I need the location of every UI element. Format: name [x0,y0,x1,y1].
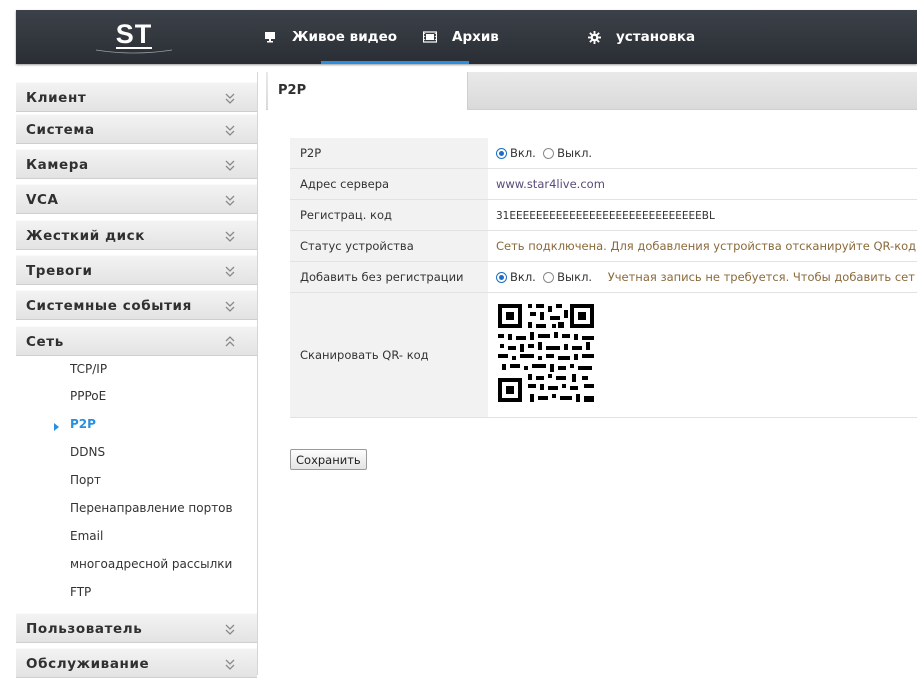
sidebar-group-label: Клиент [26,90,87,106]
sidebar-group-label: Пользователь [26,621,143,637]
sidebar-item-pppoe[interactable]: PPPoE [70,389,106,403]
sidebar-group-label: Тревоги [26,263,93,279]
p2p-off-radio[interactable] [543,148,555,159]
sidebar-item-ftp[interactable]: FTP [70,585,91,599]
sidebar-group-vca[interactable]: VCA [16,184,257,214]
p2p-off-label: Выкл. [557,146,593,160]
noreg-note: Учетная запись не требуется. Чтобы добав… [607,270,915,284]
nav-live-video[interactable]: Живое видео [262,10,397,64]
sidebar-item-p2p[interactable]: P2P [70,417,96,431]
p2p-on-label: Вкл. [510,146,536,160]
sidebar-item-port[interactable]: Порт [70,473,101,487]
gear-icon [586,29,602,45]
row-qr: Сканировать QR- код [290,292,917,418]
chevron-down-icon [224,91,236,105]
nav-live-video-label: Живое видео [292,29,397,45]
sidebar-item-tcpip[interactable]: TCP/IP [70,362,107,376]
sidebar-group-system-events[interactable]: Системные события [16,290,257,320]
chevron-down-icon [224,299,236,313]
sidebar-group-user[interactable]: Пользователь [16,613,257,643]
row-label: Статус устройства [290,230,488,262]
sidebar-group-label: Обслуживание [26,656,150,672]
sidebar-group-camera[interactable]: Камера [16,149,257,179]
noreg-on-radio[interactable] [496,272,507,283]
sidebar-item-multicast[interactable]: многоадресной рассылки [70,557,232,571]
row-server: Адрес сервера www.star4live.com [290,168,917,200]
sidebar-group-hdd[interactable]: Жесткий диск [16,220,257,250]
qr-code-image [488,294,609,416]
p2p-settings-form: P2P Вкл. Выкл. Адрес сервера www.star4li… [290,138,917,418]
sidebar-group-label: Системные события [26,298,192,314]
row-add-without-registration: Добавить без регистрации Вкл. Выкл. Учет… [290,261,917,293]
monitor-icon [262,29,278,45]
tab-strip: P2P [266,72,917,110]
save-button[interactable]: Сохранить [290,449,367,470]
sidebar-group-label: VCA [26,192,59,208]
tab-p2p-label: P2P [278,83,307,98]
row-label: P2P [290,138,488,169]
nav-active-indicator [321,61,469,64]
main-panel: P2P P2P Вкл. Выкл. Адрес сервера www.sta… [266,72,917,675]
noreg-off-radio[interactable] [543,272,555,283]
current-item-arrow-icon [54,420,60,431]
sidebar-item-ddns[interactable]: DDNS [70,445,105,459]
row-label: Адрес сервера [290,168,488,200]
sidebar-item-email[interactable]: Email [70,529,103,543]
nav-archive-label: Архив [452,29,499,45]
chevron-down-icon [224,158,236,172]
top-bar: ST Живое видео Архив установка [16,10,917,64]
row-status: Статус устройства Сеть подключена. Для д… [290,230,917,262]
sidebar-group-alarms[interactable]: Тревоги [16,255,257,285]
sidebar-group-label: Камера [26,157,89,173]
chevron-down-icon [224,229,236,243]
server-address-value: www.star4live.com [496,177,605,191]
chevron-up-icon [224,335,236,349]
sidebar-group-maintenance[interactable]: Обслуживание [16,648,257,678]
sidebar-group-client[interactable]: Клиент [16,82,257,112]
noreg-off-label: Выкл. [557,270,593,284]
device-status-value: Сеть подключена. Для добавления устройст… [496,239,917,253]
logo: ST [92,16,176,56]
p2p-radio-group: Вкл. Выкл. [488,138,917,169]
row-label: Добавить без регистрации [290,261,488,293]
nav-setup-label: установка [616,29,696,45]
tab-p2p[interactable]: P2P [268,72,468,110]
sidebar-group-label: Система [26,122,95,138]
svg-text:ST: ST [116,19,153,49]
sidebar-group-label: Жесткий диск [26,228,146,244]
nav-setup[interactable]: установка [586,10,695,64]
sidebar-group-network[interactable]: Сеть [16,326,257,356]
row-regcode: Регистрац. код 31ЕЕЕЕЕЕЕЕЕЕЕЕЕЕЕЕЕЕЕЕЕЕЕ… [290,199,917,231]
noreg-radio-group: Вкл. Выкл. Учетная запись не требуется. … [488,261,917,293]
noreg-on-label: Вкл. [510,270,536,284]
chevron-down-icon [224,264,236,278]
chevron-down-icon [224,193,236,207]
chevron-down-icon [224,622,236,636]
row-label: Сканировать QR- код [290,292,488,418]
sidebar: Клиент Система Камера VCA Жесткий диск Т… [16,72,258,678]
film-icon [422,29,438,45]
sidebar-group-label: Сеть [26,334,64,350]
row-label: Регистрац. код [290,199,488,231]
registration-code-value: 31ЕЕЕЕЕЕЕЕЕЕЕЕЕЕЕЕЕЕЕЕЕЕЕЕЕЕЕЕЕBL [496,210,715,222]
nav-archive[interactable]: Архив [422,10,499,64]
chevron-down-icon [224,657,236,671]
chevron-down-icon [224,123,236,137]
sidebar-group-system[interactable]: Система [16,114,257,144]
sidebar-item-port-forwarding[interactable]: Перенаправление портов [70,501,233,515]
p2p-on-radio[interactable] [496,148,507,159]
row-p2p: P2P Вкл. Выкл. [290,138,917,169]
